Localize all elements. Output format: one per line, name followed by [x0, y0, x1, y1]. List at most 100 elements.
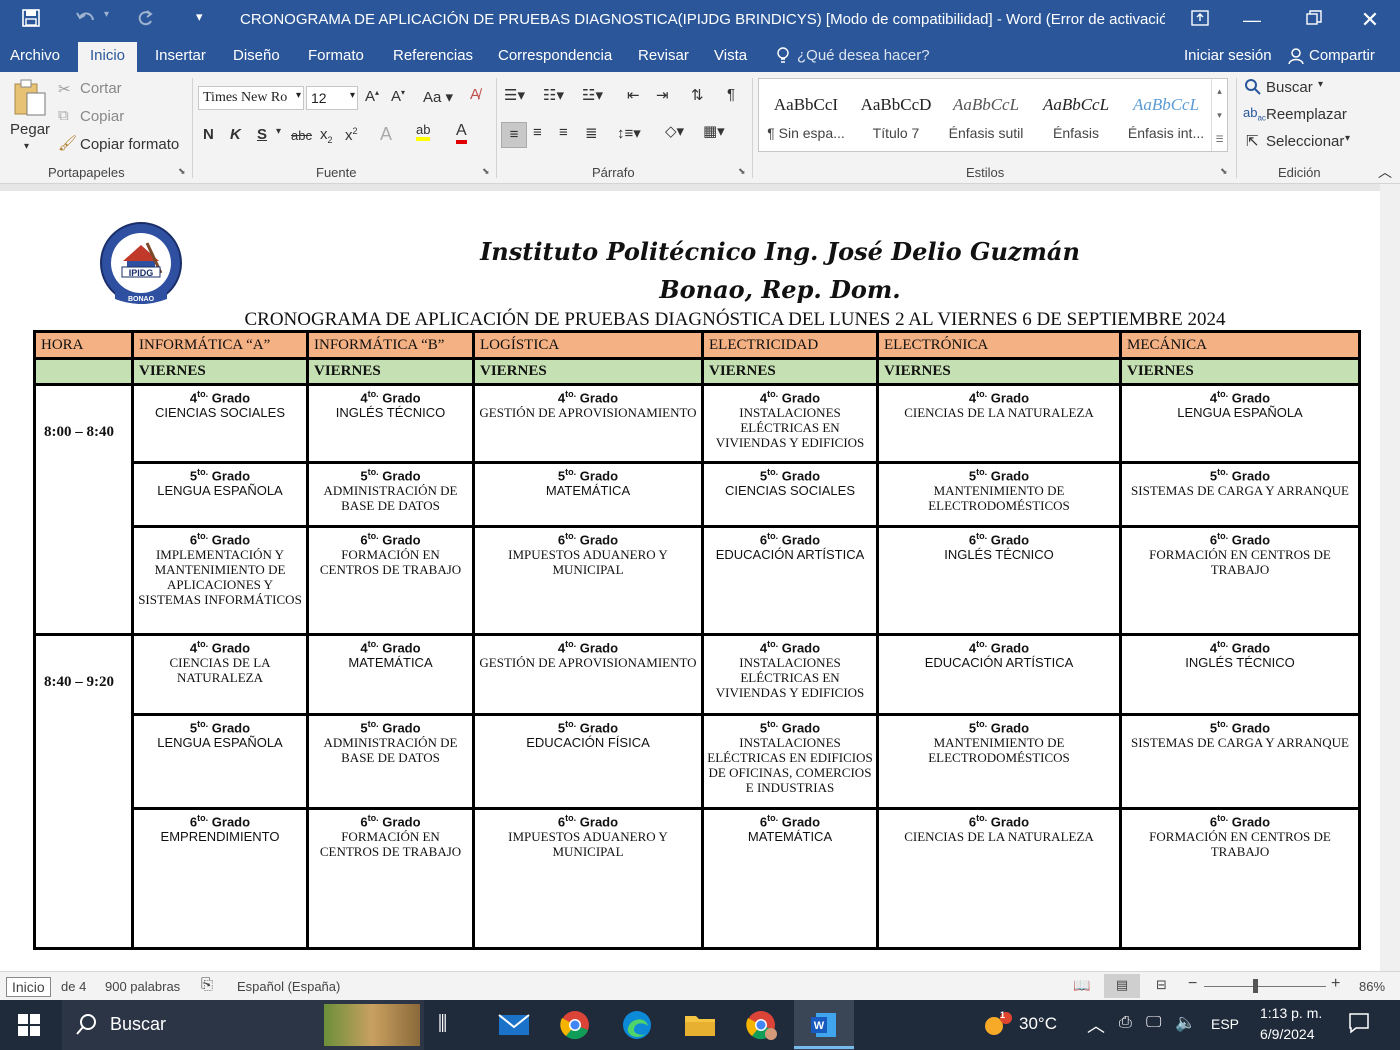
temperature[interactable]: 30°C: [1019, 1014, 1057, 1050]
chevron-up-icon[interactable]: ︿: [1087, 1012, 1105, 1050]
schedule-cell[interactable]: 6to. Grado MATEMÁTICA: [701, 807, 879, 950]
document-page[interactable]: IPIDG BONAO Instituto Politécnico Ing. J…: [0, 191, 1380, 971]
schedule-cell[interactable]: 6to. Grado FORMACIÓN EN CENTROS DE TRABAJ…: [306, 525, 475, 636]
underline-dropdown-icon[interactable]: ▾: [276, 126, 281, 137]
schedule-cell[interactable]: 4to. Grado EDUCACIÓN ARTÍSTICA: [876, 633, 1122, 716]
cut-button[interactable]: Cortar: [80, 80, 122, 97]
style-emphasis[interactable]: AaBbCcL Énfasis: [1031, 79, 1121, 151]
style-heading-7[interactable]: AaBbCcD Título 7: [851, 79, 941, 151]
schedule-cell[interactable]: 6to. Grado EMPRENDIMIENTO: [131, 807, 309, 950]
weather-icon[interactable]: [982, 1012, 1012, 1050]
input-language[interactable]: ESP: [1211, 1016, 1239, 1050]
find-button[interactable]: Buscar: [1266, 79, 1313, 96]
tab-correspondencia[interactable]: Correspondencia: [498, 47, 612, 64]
undo-icon[interactable]: [76, 9, 96, 32]
tab-formato[interactable]: Formato: [308, 47, 364, 64]
style-intense-emphasis[interactable]: AaBbCcL Énfasis int...: [1121, 79, 1211, 151]
schedule-cell[interactable]: 4to. Grado CIENCIAS SOCIALES: [131, 383, 309, 464]
paste-button[interactable]: Pegar: [10, 121, 50, 138]
schedule-cell[interactable]: 5to. Grado ADMINISTRACIÓN DE BASE DE DATO…: [306, 713, 475, 810]
font-size-select[interactable]: 12 ▾: [306, 86, 358, 110]
vertical-scrollbar[interactable]: [1380, 184, 1400, 971]
zoom-in-icon[interactable]: +: [1331, 975, 1340, 993]
borders-icon[interactable]: ▦▾: [703, 122, 725, 140]
format-painter-button[interactable]: Copiar formato: [80, 136, 179, 153]
clear-formatting-icon[interactable]: A̸: [470, 86, 480, 103]
align-left-icon[interactable]: ≡: [501, 122, 527, 148]
schedule-cell[interactable]: 6to. Grado FORMACIÓN EN CENTROS DE TRABAJ…: [306, 807, 475, 950]
volume-icon[interactable]: 🔈: [1175, 1013, 1196, 1050]
style-subtle-emphasis[interactable]: AaBbCcL Énfasis sutil: [941, 79, 1031, 151]
chrome-profile-app-icon[interactable]: [746, 1010, 778, 1050]
highlight-color-icon[interactable]: ab: [416, 122, 431, 141]
strikethrough-icon[interactable]: abc: [291, 128, 312, 143]
schedule-cell[interactable]: 5to. Grado SISTEMAS DE CARGA Y ARRANQUE: [1119, 461, 1361, 528]
schedule-cell[interactable]: 6to. Grado EDUCACIÓN ARTÍSTICA: [701, 525, 879, 636]
word-count[interactable]: 900 palabras: [105, 979, 180, 994]
file-explorer-icon[interactable]: [684, 1012, 716, 1050]
print-layout-icon[interactable]: ▤: [1104, 974, 1140, 998]
undo-dropdown-icon[interactable]: ▾: [104, 9, 109, 20]
font-color-icon[interactable]: A: [456, 122, 467, 144]
replace-button[interactable]: Reemplazar: [1266, 106, 1347, 123]
bullets-icon[interactable]: ☰▾: [504, 86, 525, 104]
align-center-icon[interactable]: ≡: [533, 124, 542, 141]
word-app-icon[interactable]: W: [794, 1000, 854, 1050]
network-icon[interactable]: 🖵: [1146, 1014, 1161, 1050]
taskbar-search-box[interactable]: Buscar: [62, 1000, 424, 1050]
schedule-cell[interactable]: 5to. Grado SISTEMAS DE CARGA Y ARRANQUE: [1119, 713, 1361, 810]
bold-icon[interactable]: N: [203, 126, 214, 143]
line-spacing-icon[interactable]: ↕≡▾: [617, 124, 641, 142]
zoom-out-icon[interactable]: −: [1188, 975, 1197, 993]
select-button[interactable]: Seleccionar: [1266, 133, 1344, 150]
text-effects-icon[interactable]: A: [380, 124, 392, 145]
windows-start-icon[interactable]: [18, 1014, 40, 1050]
increase-indent-icon[interactable]: ⇥: [656, 86, 669, 104]
schedule-cell[interactable]: 4to. Grado INSTALACIONES ELÉCTRICAS EN VI…: [701, 633, 879, 716]
show-marks-icon[interactable]: ¶: [727, 86, 735, 103]
tab-inicio[interactable]: Inicio: [78, 42, 138, 72]
schedule-cell[interactable]: 6to. Grado IMPUESTOS ADUANERO Y MUNICIPAL: [472, 525, 704, 636]
edge-app-icon[interactable]: [622, 1010, 652, 1050]
decrease-indent-icon[interactable]: ⇤: [627, 86, 640, 104]
schedule-cell[interactable]: 6to. Grado FORMACIÓN EN CENTROS DE TRABAJ…: [1119, 525, 1361, 636]
schedule-cell[interactable]: 4to. Grado INSTALACIONES ELÉCTRICAS EN VI…: [701, 383, 879, 464]
justify-icon[interactable]: ≣: [585, 124, 598, 142]
zoom-slider-thumb[interactable]: [1253, 979, 1258, 993]
restore-icon[interactable]: [1294, 6, 1334, 34]
redo-icon[interactable]: [136, 9, 154, 32]
schedule-cell[interactable]: 5to. Grado MANTENIMIENTO DE ELECTRODOMÉST…: [876, 461, 1122, 528]
schedule-cell[interactable]: 6to. Grado IMPUESTOS ADUANERO Y MUNICIPAL: [472, 807, 704, 950]
tab-insertar[interactable]: Insertar: [155, 47, 206, 64]
paste-dropdown-icon[interactable]: ▾: [24, 141, 29, 152]
style-no-spacing[interactable]: AaBbCcI ¶ Sin espa...: [761, 79, 851, 151]
meet-icon[interactable]: ⎙: [1119, 1014, 1132, 1050]
schedule-cell[interactable]: 5to. Grado LENGUA ESPAÑOLA: [131, 461, 309, 528]
schedule-cell[interactable]: 4to. Grado INGLÉS TÉCNICO: [306, 383, 475, 464]
signin-link[interactable]: Iniciar sesión: [1184, 47, 1272, 64]
customize-qat-icon[interactable]: ▾: [196, 9, 203, 25]
find-dropdown-icon[interactable]: ▾: [1318, 79, 1323, 90]
zoom-level[interactable]: 86%: [1359, 979, 1385, 994]
schedule-cell[interactable]: 4to. Grado CIENCIAS DE LA NATURALEZA: [131, 633, 309, 716]
copy-icon[interactable]: ⧉: [58, 107, 69, 124]
schedule-cell[interactable]: 4to. Grado CIENCIAS DE LA NATURALEZA: [876, 383, 1122, 464]
schedule-cell[interactable]: 5to. Grado ADMINISTRACIÓN DE BASE DE DATO…: [306, 461, 475, 528]
schedule-cell[interactable]: 4to. Grado GESTIÓN DE APROVISIONAMIENTO: [472, 633, 704, 716]
tab-archivo[interactable]: Archivo: [10, 47, 60, 64]
tab-vista[interactable]: Vista: [714, 47, 747, 64]
change-case-icon[interactable]: Aa ▾: [423, 88, 453, 106]
read-mode-icon[interactable]: 📖: [1073, 977, 1090, 994]
grow-font-icon[interactable]: A▴: [365, 88, 379, 105]
paste-icon[interactable]: [12, 78, 48, 122]
clock-date[interactable]: 6/9/2024: [1260, 1026, 1315, 1050]
schedule-cell[interactable]: 5to. Grado MANTENIMIENTO DE ELECTRODOMÉST…: [876, 713, 1122, 810]
mail-app-icon[interactable]: [498, 1012, 530, 1050]
proofing-icon[interactable]: ⎘: [201, 976, 213, 993]
save-icon[interactable]: [22, 9, 40, 32]
ribbon-display-icon[interactable]: [1180, 6, 1220, 34]
clipboard-launcher-icon[interactable]: ⬊: [178, 166, 186, 177]
cut-icon[interactable]: ✂: [58, 80, 71, 98]
web-layout-icon[interactable]: ⊟: [1156, 977, 1167, 993]
schedule-cell[interactable]: 5to. Grado INSTALACIONES ELÉCTRICAS EN ED…: [701, 713, 879, 810]
